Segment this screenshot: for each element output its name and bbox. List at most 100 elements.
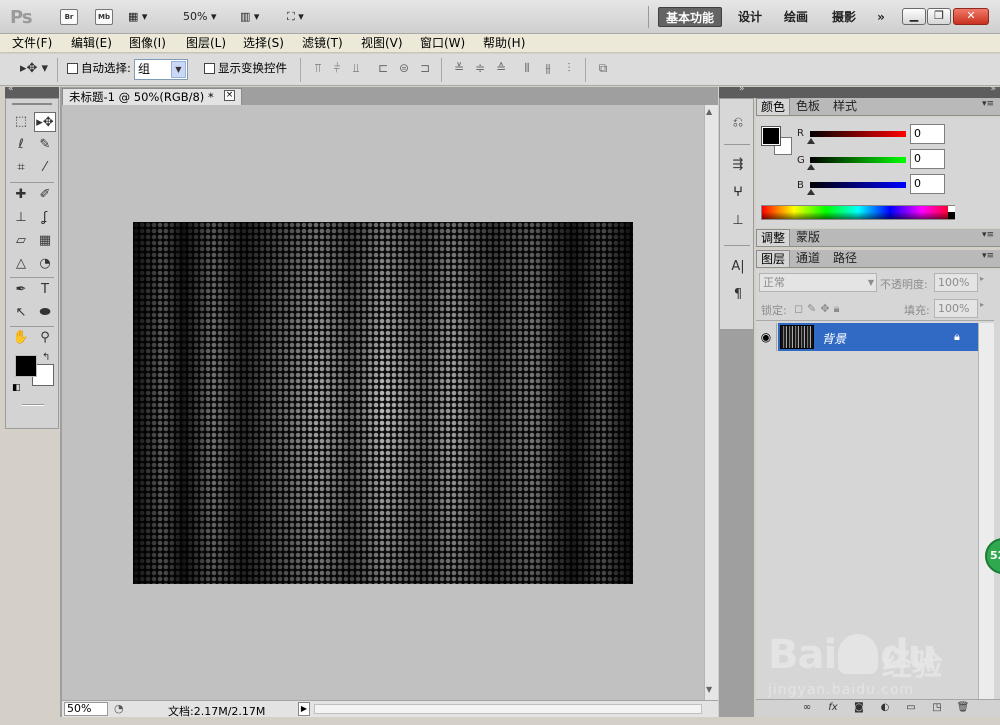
eyedropper-tool-icon[interactable]: ⁄ xyxy=(34,158,56,178)
scroll-up-icon[interactable]: ▲ xyxy=(706,107,712,116)
green-slider-thumb[interactable] xyxy=(807,164,815,170)
menu-window[interactable]: 窗口(W) xyxy=(420,35,465,52)
pen-tool-icon[interactable]: ✒ xyxy=(10,280,32,300)
lock-icons[interactable]: ◻✎✥🔒︎ xyxy=(794,302,843,316)
more-workspaces-button[interactable]: » xyxy=(870,7,892,27)
new-layer-icon[interactable]: ◳ xyxy=(930,702,944,714)
add-mask-icon[interactable]: ◙ xyxy=(852,702,866,714)
tab-adjustments[interactable]: 调整 xyxy=(756,229,791,246)
quick-mask-button[interactable] xyxy=(22,404,44,406)
align-right-icon[interactable]: ⊐ xyxy=(418,61,432,75)
healing-brush-tool-icon[interactable]: ✚ xyxy=(10,185,32,205)
brush-presets-icon[interactable]: ⇶ xyxy=(728,155,748,175)
quick-selection-tool-icon[interactable]: ✎ xyxy=(34,135,56,155)
distribute-hcenter-icon[interactable]: ⫵ xyxy=(541,61,555,75)
align-vcenter-icon[interactable]: ⫩ xyxy=(330,61,344,75)
launch-bridge-button[interactable]: Br xyxy=(60,9,78,25)
document-canvas[interactable] xyxy=(133,222,633,584)
opacity-input[interactable]: 100% xyxy=(934,273,978,292)
vertical-scrollbar[interactable]: ▲ ▼ xyxy=(704,105,718,700)
minimize-button[interactable]: ▁ xyxy=(902,8,926,25)
default-colors-icon[interactable]: ◧ xyxy=(12,383,21,393)
auto-select-target-select[interactable]: 组 ▼ xyxy=(134,59,188,80)
tab-layers[interactable]: 图层 xyxy=(756,250,791,267)
layers-scrollbar[interactable] xyxy=(978,323,994,699)
character-panel-icon[interactable]: A| xyxy=(728,257,748,277)
tab-channels[interactable]: 通道 xyxy=(792,250,824,267)
delete-layer-icon[interactable]: 🗑︎ xyxy=(956,702,970,714)
distribute-vcenter-icon[interactable]: ≑ xyxy=(473,61,487,75)
foreground-color-chip[interactable] xyxy=(761,126,781,146)
panel-menu-icon[interactable]: ▾≡ xyxy=(982,99,994,109)
red-slider-thumb[interactable] xyxy=(807,138,815,144)
tab-masks[interactable]: 蒙版 xyxy=(792,229,824,246)
distribute-bottom-icon[interactable]: ≙ xyxy=(494,61,508,75)
dodge-tool-icon[interactable]: ◔ xyxy=(34,254,56,274)
show-transform-controls-checkbox[interactable] xyxy=(204,63,215,74)
launch-minibridge-button[interactable]: Mb xyxy=(95,9,113,25)
green-slider[interactable] xyxy=(810,157,906,163)
blue-slider[interactable] xyxy=(810,182,906,188)
type-tool-icon[interactable]: T xyxy=(34,280,56,300)
red-value-input[interactable]: 0 xyxy=(910,124,945,144)
fill-arrow-icon[interactable]: ▸ xyxy=(980,300,984,309)
tab-styles[interactable]: 样式 xyxy=(829,98,861,115)
eraser-tool-icon[interactable]: ▱ xyxy=(10,231,32,251)
swap-colors-icon[interactable]: ↰ xyxy=(42,352,50,363)
view-extras-dropdown[interactable]: ▦ ▾ xyxy=(128,8,147,26)
hand-tool-icon[interactable]: ✋ xyxy=(10,328,32,348)
path-selection-tool-icon[interactable]: ↖ xyxy=(10,303,32,323)
foreground-color-swatch[interactable] xyxy=(15,355,37,377)
new-adjustment-layer-icon[interactable]: ◐ xyxy=(878,702,892,714)
history-panel-icon[interactable]: ⎌ xyxy=(728,113,748,133)
layer-visibility-eye-icon[interactable]: ◉ xyxy=(756,323,777,351)
paragraph-panel-icon[interactable]: ¶ xyxy=(728,285,748,305)
workspace-photography[interactable]: 摄影 xyxy=(826,7,862,27)
opacity-arrow-icon[interactable]: ▸ xyxy=(980,274,984,283)
scroll-down-icon[interactable]: ▼ xyxy=(706,685,712,694)
blue-slider-thumb[interactable] xyxy=(807,189,815,195)
fill-input[interactable]: 100% xyxy=(934,299,978,318)
menu-file[interactable]: 文件(F) xyxy=(12,35,52,52)
align-left-icon[interactable]: ⊏ xyxy=(376,61,390,75)
workspace-painting[interactable]: 绘画 xyxy=(778,7,814,27)
workspace-essentials[interactable]: 基本功能 xyxy=(658,7,722,27)
document-tab[interactable]: 未标题-1 @ 50%(RGB/8) * xyxy=(62,88,242,105)
panel-menu-icon[interactable]: ▾≡ xyxy=(982,251,994,261)
crop-tool-icon[interactable]: ⌗ xyxy=(10,158,32,178)
gradient-tool-icon[interactable]: ▦ xyxy=(34,231,56,251)
history-brush-tool-icon[interactable]: ʆ xyxy=(34,208,56,228)
brush-panel-icon[interactable]: ⵖ xyxy=(728,183,748,203)
align-bottom-icon[interactable]: ⫫ xyxy=(349,61,363,75)
status-menu-arrow-icon[interactable]: ▶ xyxy=(298,702,310,716)
tab-swatches[interactable]: 色板 xyxy=(792,98,824,115)
horizontal-scrollbar[interactable] xyxy=(314,704,702,714)
distribute-top-icon[interactable]: ≚ xyxy=(452,61,466,75)
link-layers-icon[interactable]: ∞ xyxy=(800,702,814,714)
marquee-tool-icon[interactable]: ⬚ xyxy=(10,112,32,132)
zoom-tool-icon[interactable]: ⚲ xyxy=(34,328,56,348)
clone-source-icon[interactable]: ⊥ xyxy=(728,211,748,231)
blend-mode-select[interactable]: 正常 ▼ xyxy=(759,273,877,292)
zoom-level-dropdown[interactable]: 50% ▾ xyxy=(183,8,216,26)
menu-select[interactable]: 选择(S) xyxy=(243,35,284,52)
red-slider[interactable] xyxy=(810,131,906,137)
arrange-documents-dropdown[interactable]: ▥ ▾ xyxy=(240,8,259,26)
restore-button[interactable]: ❐ xyxy=(927,8,951,25)
close-window-button[interactable]: ✕ xyxy=(953,8,989,25)
menu-help[interactable]: 帮助(H) xyxy=(483,35,525,52)
tool-preset-picker[interactable]: ▸✥ ▾ xyxy=(20,60,48,78)
align-top-icon[interactable]: ⫪ xyxy=(311,61,325,75)
layer-style-fx-icon[interactable]: fx xyxy=(826,702,840,714)
collapsed-panels-header[interactable]: » xyxy=(719,84,754,98)
distribute-right-icon[interactable]: ⫶ xyxy=(562,61,576,75)
brush-tool-icon[interactable]: ✐ xyxy=(34,185,56,205)
move-tool-icon[interactable]: ▸✥ xyxy=(34,112,56,132)
menu-layer[interactable]: 图层(L) xyxy=(186,35,226,52)
right-dock-header[interactable]: » xyxy=(754,84,1000,98)
new-group-icon[interactable]: ▭ xyxy=(904,702,918,714)
close-document-icon[interactable]: × xyxy=(224,90,235,101)
status-icon[interactable]: ◔ xyxy=(114,702,124,715)
clone-stamp-tool-icon[interactable]: ⊥ xyxy=(10,208,32,228)
status-zoom-field[interactable]: 50% xyxy=(64,702,108,716)
